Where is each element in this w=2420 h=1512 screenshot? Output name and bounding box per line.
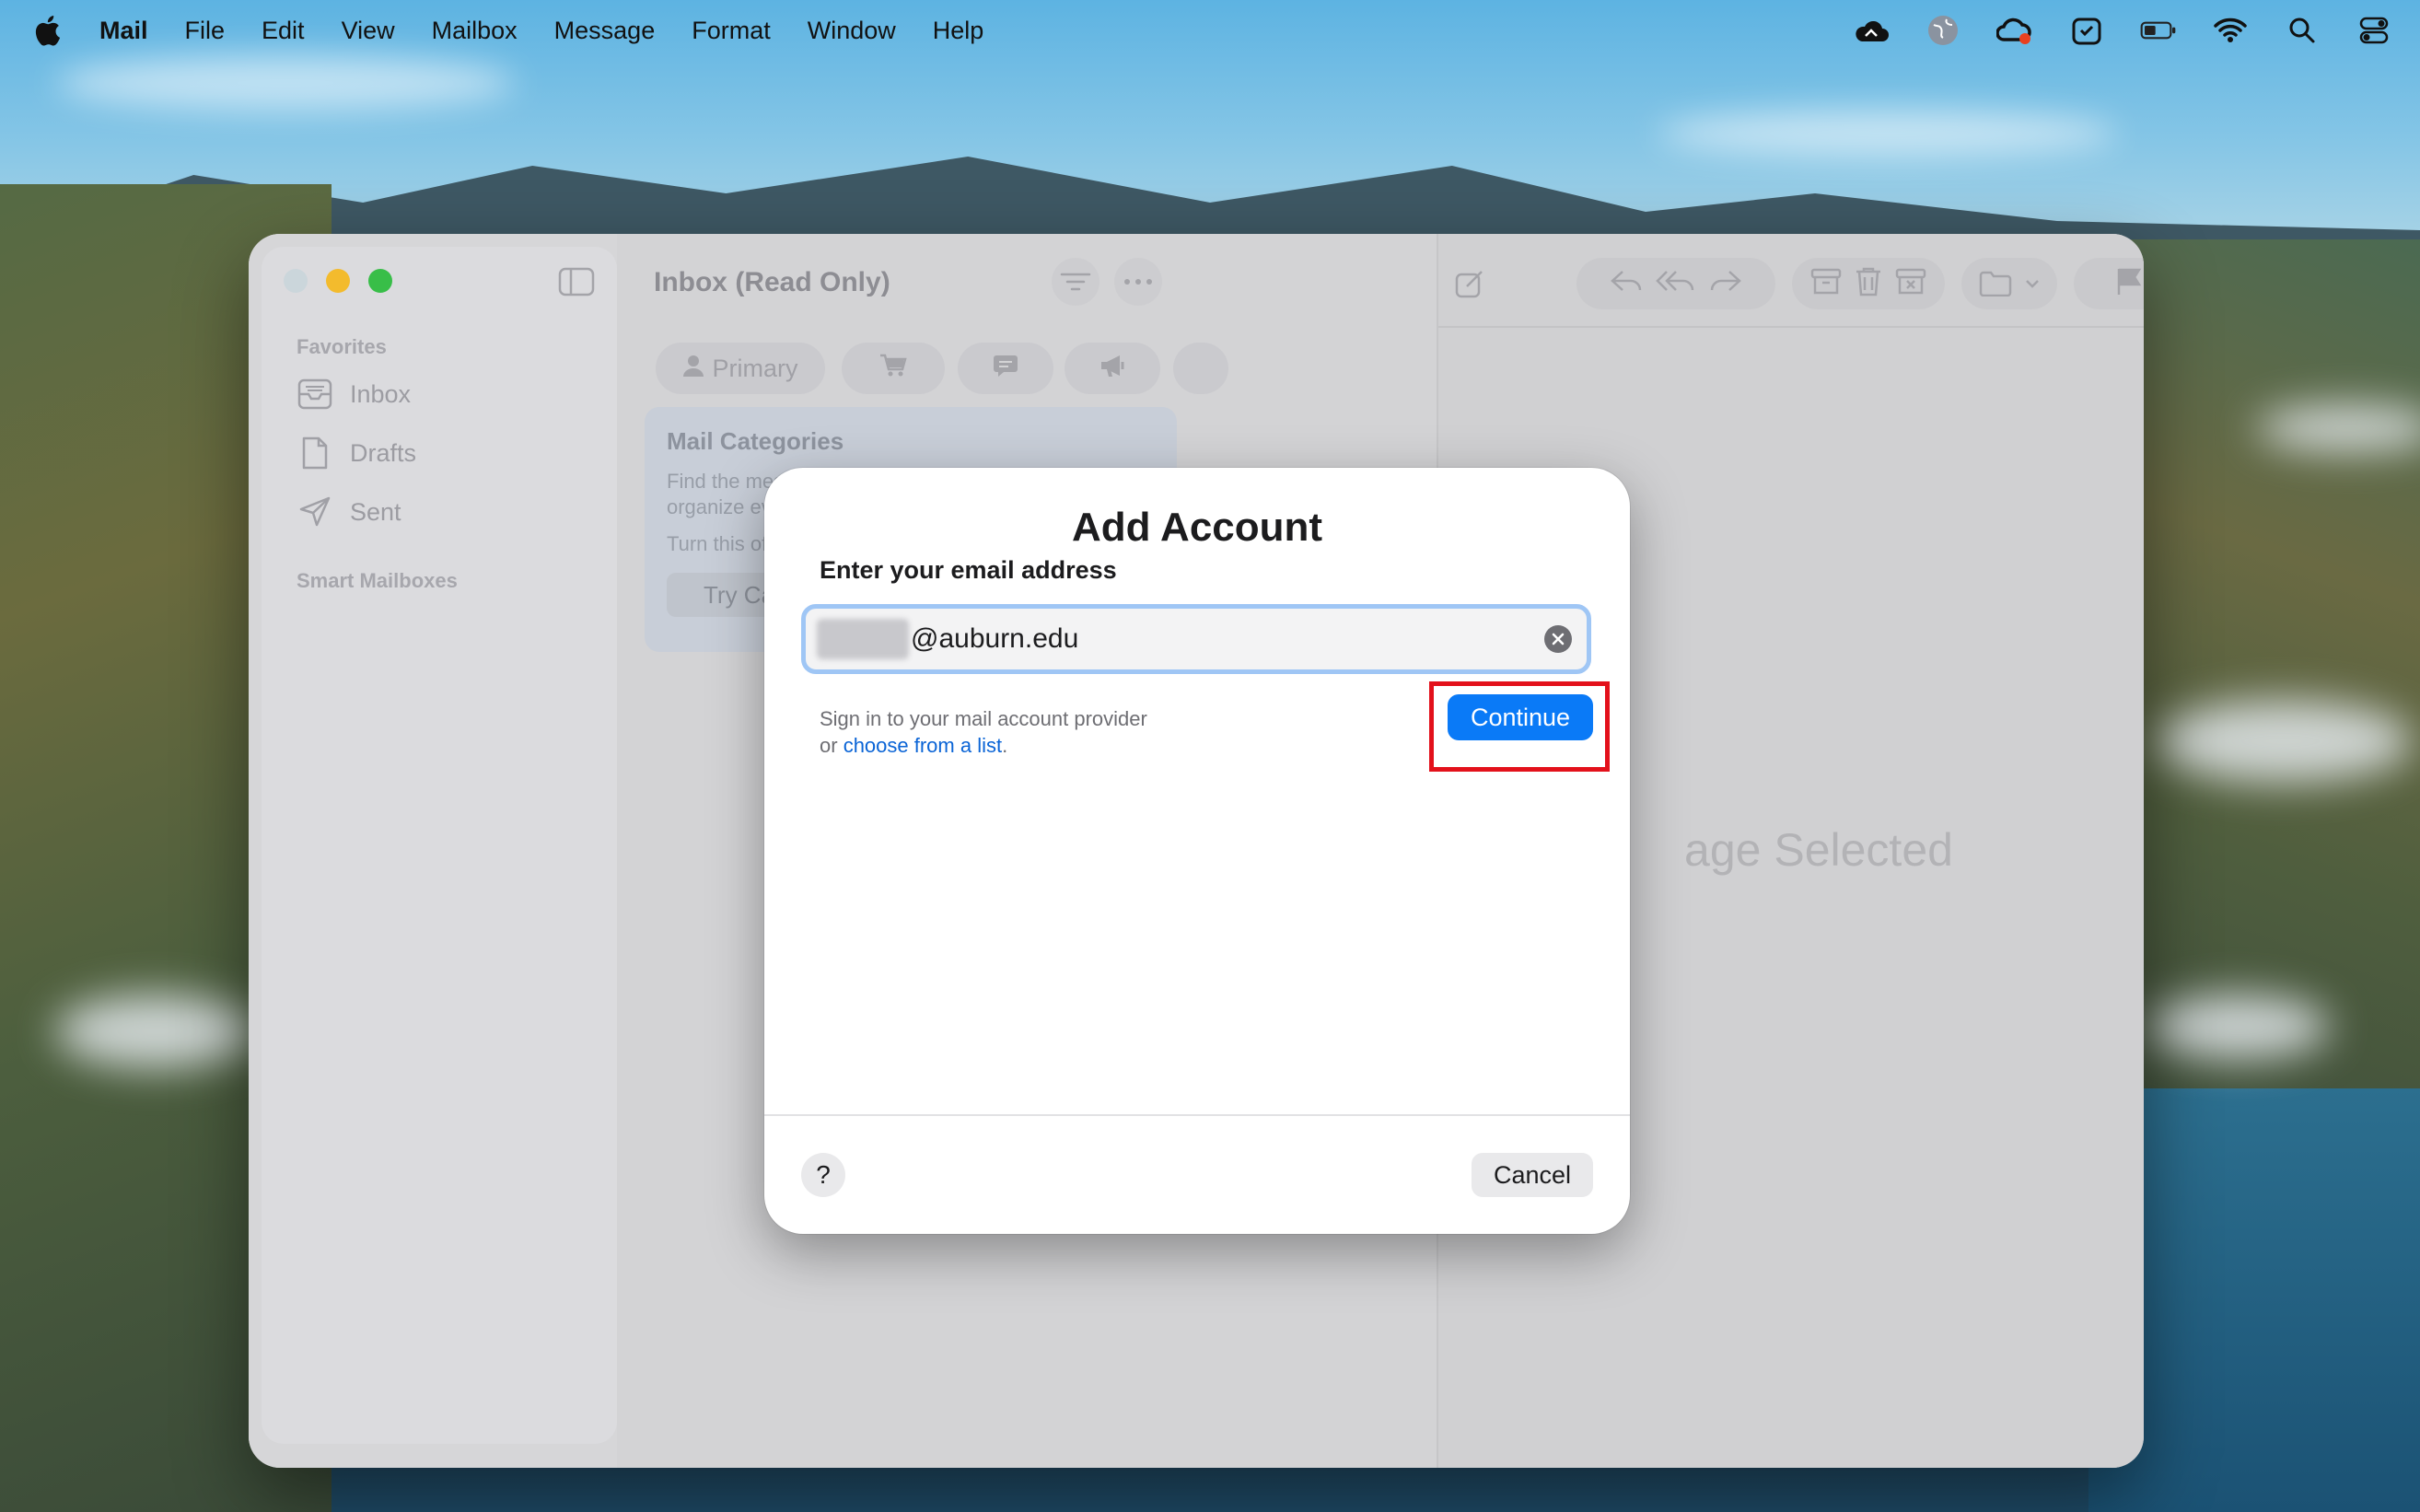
menu-message[interactable]: Message [554, 17, 656, 45]
tab-promotions[interactable] [1065, 343, 1160, 394]
menu-view[interactable]: View [342, 17, 395, 45]
favorites-header: Favorites [297, 335, 387, 358]
card-text: Turn this of [667, 532, 768, 555]
flag-group [2074, 258, 2144, 309]
divider [764, 1114, 1630, 1116]
inbox-icon [297, 376, 333, 413]
redacted-username [817, 619, 909, 659]
card-text: organize ev [667, 495, 772, 518]
person-icon [682, 355, 704, 383]
control-center-icon[interactable] [2356, 12, 2392, 49]
filter-icon[interactable] [1052, 258, 1099, 306]
move-to-folder-icon[interactable] [1961, 258, 2057, 309]
cart-icon [879, 354, 907, 384]
time-machine-icon[interactable] [2068, 12, 2105, 49]
sidebar-item-sent[interactable]: Sent [297, 490, 401, 534]
sidebar-item-label: Drafts [350, 438, 417, 467]
card-text: Find the mes [667, 470, 785, 493]
battery-icon[interactable] [2140, 12, 2177, 49]
detail-toolbar [1438, 234, 2144, 328]
menu-format[interactable]: Format [692, 17, 771, 45]
reply-group [1576, 258, 1775, 309]
chat-bubble-icon [993, 354, 1018, 384]
tab-label: Primary [712, 354, 798, 382]
tab-shopping[interactable] [842, 343, 945, 394]
dialog-title: Add Account [1071, 505, 1323, 550]
sidebar: Favorites Inbox Drafts Sent Smart Mailbo… [249, 234, 617, 1468]
megaphone-icon [1099, 354, 1126, 384]
menu-bar: Mail File Edit View Mailbox Message Form… [0, 0, 2420, 61]
email-label: Enter your email address [820, 556, 1117, 584]
minimize-window-button[interactable] [326, 269, 350, 293]
tab-transactions[interactable] [958, 343, 1053, 394]
message-actions-group [1792, 258, 1945, 309]
hint-line: Sign in to your mail account provider [820, 707, 1147, 730]
zoom-window-button[interactable] [368, 269, 392, 293]
help-button[interactable]: ? [801, 1153, 845, 1197]
spotlight-search-icon[interactable] [2284, 12, 2321, 49]
sidebar-item-drafts[interactable]: Drafts [297, 431, 416, 475]
choose-from-list-link[interactable]: choose from a list [844, 734, 1002, 757]
apple-menu-icon[interactable] [33, 13, 64, 48]
creative-cloud-icon[interactable] [1996, 12, 2033, 49]
tab-primary[interactable]: Primary [656, 343, 825, 394]
menu-file[interactable]: File [185, 17, 226, 45]
document-icon [297, 435, 333, 471]
globe-icon[interactable] [1925, 12, 1961, 49]
menu-app-mail[interactable]: Mail [99, 17, 148, 45]
menu-help[interactable]: Help [933, 17, 984, 45]
hint-suffix: . [1002, 734, 1008, 757]
cloud-status-icon[interactable] [1853, 12, 1890, 49]
smart-mailboxes-header: Smart Mailboxes [297, 569, 458, 592]
clear-field-icon[interactable] [1544, 625, 1572, 653]
continue-button[interactable]: Continue [1448, 694, 1593, 740]
hint-line: or choose from a list. [820, 732, 1147, 759]
sidebar-item-inbox[interactable]: Inbox [297, 372, 411, 416]
add-account-dialog: Add Account Enter your email address @au… [764, 468, 1630, 1234]
close-window-button[interactable] [284, 269, 308, 293]
cancel-button[interactable]: Cancel [1472, 1153, 1593, 1197]
more-options-icon[interactable] [1114, 258, 1162, 306]
wifi-icon[interactable] [2212, 12, 2249, 49]
trash-icon[interactable] [1855, 266, 1882, 302]
try-categories-button[interactable]: Try Ca [667, 573, 777, 617]
flag-icon[interactable] [2115, 267, 2143, 301]
compose-icon[interactable] [1444, 258, 1495, 309]
sidebar-item-label: Sent [350, 497, 401, 526]
email-value: @auburn.edu [911, 623, 1079, 654]
reply-all-icon[interactable] [1656, 269, 1696, 299]
menu-edit[interactable]: Edit [262, 17, 305, 45]
forward-icon[interactable] [1709, 269, 1742, 299]
reply-icon[interactable] [1610, 269, 1643, 299]
menu-window[interactable]: Window [808, 17, 896, 45]
sidebar-toggle-icon[interactable] [558, 267, 595, 297]
sidebar-item-label: Inbox [350, 379, 412, 408]
hint-prefix: or [820, 734, 844, 757]
archive-icon[interactable] [1810, 268, 1842, 300]
mailbox-title: Inbox (Read Only) [654, 267, 890, 297]
email-field[interactable]: @auburn.edu [801, 604, 1591, 674]
menu-mailbox[interactable]: Mailbox [432, 17, 518, 45]
sign-in-hint: Sign in to your mail account provider or… [820, 705, 1147, 759]
card-title: Mail Categories [667, 427, 844, 455]
paper-plane-icon [297, 494, 333, 530]
junk-icon[interactable] [1895, 268, 1926, 300]
tab-more[interactable] [1173, 343, 1228, 394]
